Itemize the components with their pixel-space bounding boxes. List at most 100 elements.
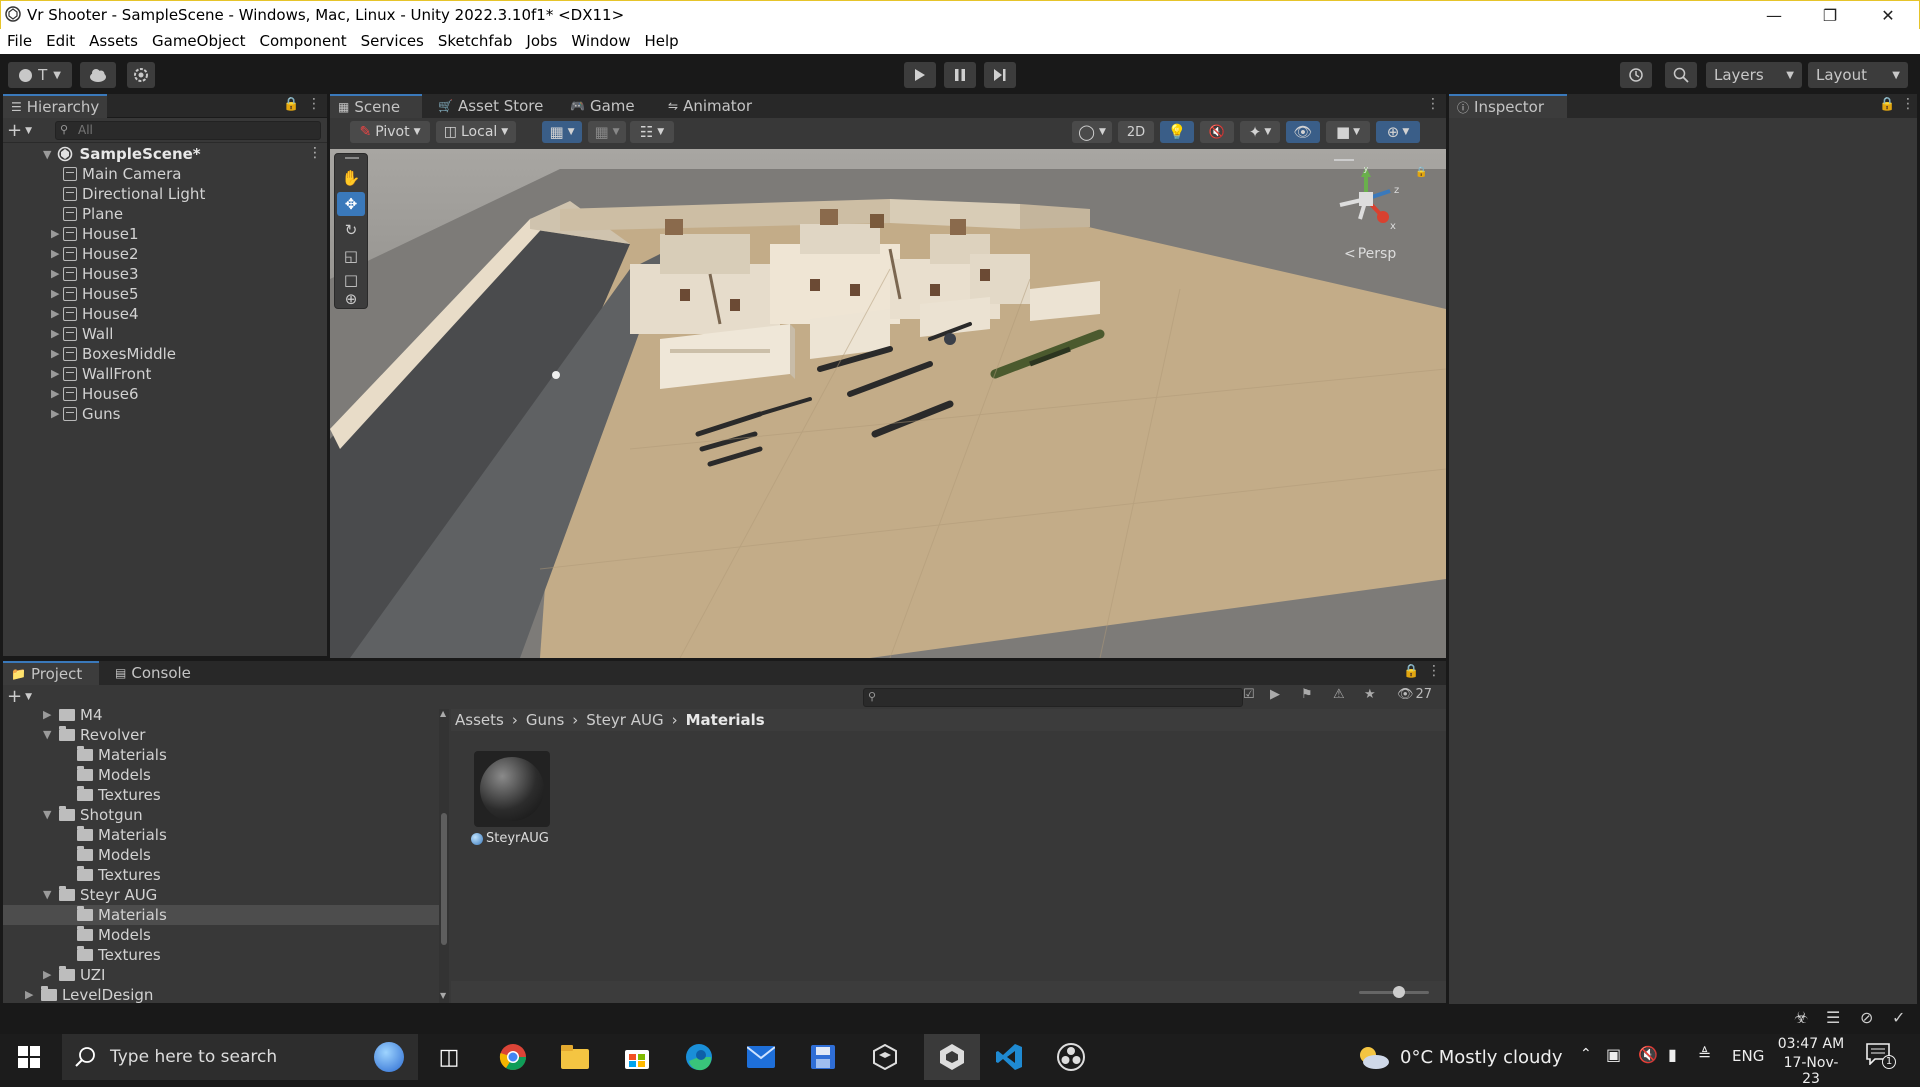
hierarchy-item[interactable]: ▶ House5: [51, 284, 139, 304]
account-button[interactable]: T ▼: [8, 62, 72, 88]
orientation-gizmo[interactable]: y z x: [1328, 167, 1408, 237]
folder-tree-item[interactable]: ▼ Revolver: [43, 725, 145, 745]
expand-arrow-icon[interactable]: ▶: [51, 387, 59, 400]
taskbar-search-box[interactable]: Type here to search: [62, 1034, 418, 1080]
effects-dropdown[interactable]: ✦ ▼: [1240, 121, 1280, 143]
breadcrumb-steyr-aug[interactable]: Steyr AUG: [586, 711, 663, 729]
battery-icon[interactable]: ▮: [1668, 1045, 1677, 1064]
expand-arrow-icon[interactable]: ▶: [51, 267, 59, 280]
tab-hierarchy[interactable]: ☰ Hierarchy: [3, 94, 108, 118]
hierarchy-item[interactable]: ▶ BoxesMiddle: [51, 344, 176, 364]
folder-tree-item[interactable]: Materials: [77, 745, 167, 765]
hierarchy-item[interactable]: ▶ Wall: [51, 324, 113, 344]
warning-filter-icon[interactable]: ⚠: [1333, 687, 1345, 702]
folder-tree-scrollbar[interactable]: ▲ ▼: [439, 709, 449, 1003]
menu-component[interactable]: Component: [253, 29, 354, 50]
notification-center-button[interactable]: 1: [1866, 1043, 1896, 1071]
task-view-button[interactable]: ◫: [432, 1041, 466, 1073]
language-indicator[interactable]: ENG: [1732, 1047, 1764, 1065]
wifi-icon[interactable]: ≜: [1698, 1045, 1711, 1064]
edge-button[interactable]: [682, 1041, 716, 1073]
menu-jobs[interactable]: Jobs: [519, 29, 564, 50]
expand-arrow-icon[interactable]: ▶: [25, 988, 33, 1001]
local-dropdown[interactable]: ◫ Local ▼: [436, 121, 516, 143]
meet-now-icon[interactable]: ▣: [1606, 1045, 1621, 1064]
transform-tool-button[interactable]: ⊕: [337, 288, 365, 310]
scene-options-icon[interactable]: ⋮: [308, 145, 322, 161]
folder-tree-item[interactable]: Materials: [77, 825, 167, 845]
weather-widget[interactable]: 0°C Mostly cloudy: [1356, 1034, 1563, 1080]
menu-sketchfab[interactable]: Sketchfab: [431, 29, 520, 50]
menu-window[interactable]: Window: [564, 29, 637, 50]
hierarchy-item[interactable]: ▶ House3: [51, 264, 139, 284]
hierarchy-item[interactable]: ▶ House2: [51, 244, 139, 264]
folder-tree-item[interactable]: Materials: [77, 905, 167, 925]
breadcrumb-materials[interactable]: Materials: [686, 711, 765, 729]
audio-toggle[interactable]: 🔇: [1200, 121, 1234, 143]
expand-arrow-icon[interactable]: ▶: [51, 307, 59, 320]
create-button[interactable]: + ▼: [7, 120, 32, 141]
favorite-star-icon[interactable]: ★: [1364, 687, 1376, 702]
menu-edit[interactable]: Edit: [39, 29, 82, 50]
file-explorer-button[interactable]: [558, 1041, 592, 1073]
folder-tree-item[interactable]: ▼ Steyr AUG: [43, 885, 157, 905]
expand-arrow-icon[interactable]: ▼: [43, 808, 51, 821]
more-options-icon[interactable]: ⋮: [1901, 96, 1915, 112]
lock-icon[interactable]: 🔒: [1879, 97, 1895, 112]
collab-button[interactable]: [127, 62, 155, 88]
rotate-tool-button[interactable]: ↻: [337, 218, 365, 242]
toggle-2d-button[interactable]: 2D: [1118, 121, 1154, 143]
draw-mode-dropdown[interactable]: ◯ ▼: [1072, 121, 1112, 143]
search-by-type-icon[interactable]: ☑: [1243, 687, 1255, 702]
obs-button[interactable]: [1054, 1041, 1088, 1073]
expand-arrow-icon[interactable]: ▶: [51, 327, 59, 340]
lock-icon[interactable]: 🔒: [1403, 664, 1419, 679]
checkmark-circle-icon[interactable]: ✓: [1892, 1008, 1905, 1027]
hierarchy-item[interactable]: ▶ House1: [51, 224, 139, 244]
folder-tree-item[interactable]: Models: [77, 765, 151, 785]
folder-tree-item[interactable]: ▼ Shotgun: [43, 805, 143, 825]
hierarchy-item[interactable]: Directional Light: [63, 184, 205, 204]
tab-console[interactable]: ▤ Console: [107, 661, 199, 685]
tab-asset-store[interactable]: 🛒 Asset Store: [430, 94, 551, 118]
bug-icon[interactable]: ☣: [1794, 1008, 1808, 1027]
folder-tree-item[interactable]: ▶ M4: [43, 709, 103, 725]
undo-history-button[interactable]: [1620, 62, 1652, 88]
chevron-up-icon[interactable]: ⌃: [1580, 1046, 1592, 1062]
search-button[interactable]: [1665, 62, 1697, 88]
scene-root-item[interactable]: ▼ SampleScene*: [43, 144, 201, 164]
scale-tool-button[interactable]: ◱: [337, 244, 365, 268]
expand-arrow-icon[interactable]: ▶: [51, 227, 59, 240]
expand-arrow-icon[interactable]: ▼: [43, 148, 51, 161]
hidden-objects-toggle[interactable]: 👁: [1286, 121, 1320, 143]
expand-arrow-icon[interactable]: ▶: [51, 367, 59, 380]
layout-dropdown[interactable]: Layout ▼: [1808, 62, 1908, 88]
expand-arrow-icon[interactable]: ▶: [51, 407, 59, 420]
more-options-icon[interactable]: ⋮: [1426, 96, 1440, 112]
pause-button[interactable]: [944, 62, 976, 88]
hierarchy-item[interactable]: ▶ WallFront: [51, 364, 151, 384]
menu-help[interactable]: Help: [638, 29, 686, 50]
folder-tree-item[interactable]: Textures: [77, 785, 161, 805]
folder-tree-item[interactable]: Textures: [77, 865, 161, 885]
menu-file[interactable]: File: [0, 29, 39, 50]
lighting-toggle[interactable]: 💡: [1160, 121, 1194, 143]
volume-mute-icon[interactable]: 🔇: [1638, 1045, 1658, 1064]
play-button[interactable]: [904, 62, 936, 88]
clock[interactable]: 03:47 AM 17-Nov-23: [1776, 1036, 1846, 1087]
scene-viewport[interactable]: ✋ ✥ ↻ ◱ □ ⊕ y z x 🔒 < Persp: [330, 149, 1446, 658]
network-icon[interactable]: ⊘: [1860, 1008, 1873, 1027]
folder-tree-item[interactable]: Models: [77, 925, 151, 945]
move-tool-button[interactable]: ✥: [337, 192, 365, 216]
expand-arrow-icon[interactable]: ▶: [43, 709, 51, 721]
layers-stack-icon[interactable]: ☰: [1826, 1008, 1840, 1027]
hidden-packages-toggle[interactable]: 👁 27: [1397, 687, 1432, 702]
project-search-input[interactable]: ⚲: [863, 688, 1243, 707]
type-filter-icon[interactable]: ▶: [1270, 687, 1280, 702]
grid-visibility-dropdown[interactable]: ▦ ▼: [588, 121, 626, 143]
increment-snap-dropdown[interactable]: ☷ ▼: [630, 121, 674, 143]
overlay-handle[interactable]: [1334, 159, 1354, 161]
close-button[interactable]: ✕: [1865, 1, 1911, 30]
breadcrumb-guns[interactable]: Guns: [526, 711, 564, 729]
lock-icon[interactable]: 🔒: [283, 97, 299, 112]
